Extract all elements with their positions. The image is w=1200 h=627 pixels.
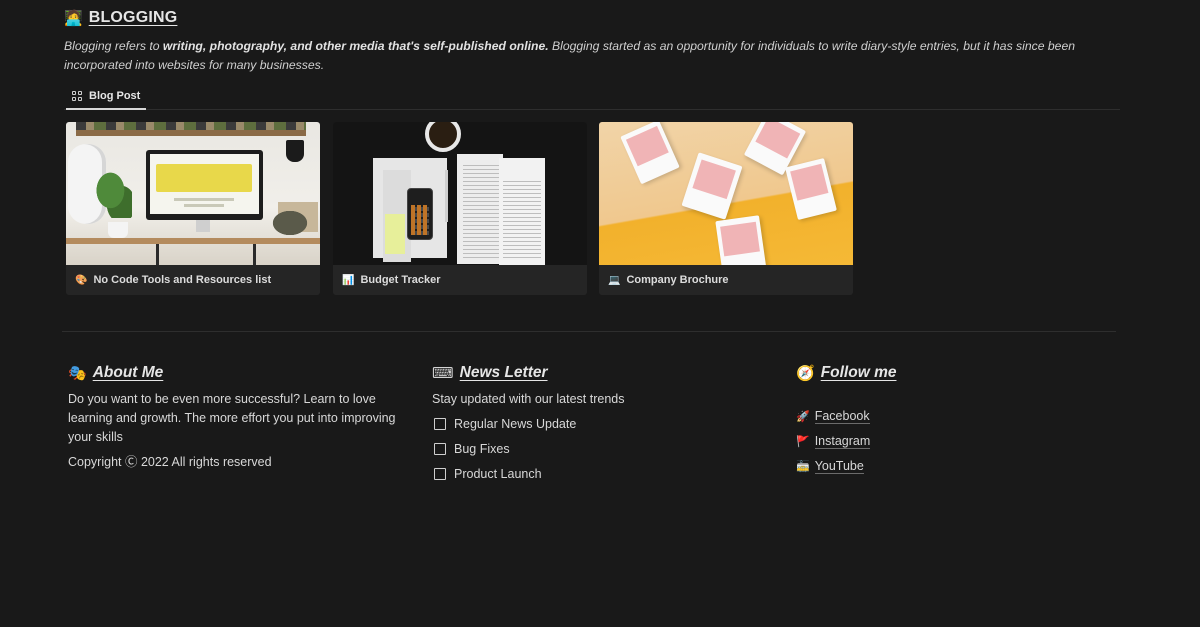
todo-label: Product Launch (454, 467, 542, 481)
todo-label: Bug Fixes (454, 442, 510, 456)
gallery-card-no-code-tools[interactable]: 🎨 No Code Tools and Resources list (66, 122, 320, 295)
performing-arts-icon: 🎭 (68, 363, 87, 382)
compass-icon: 🧭 (796, 363, 815, 382)
link-label[interactable]: YouTube (814, 459, 864, 474)
follow-me-section: 🧭 Follow me 🚀 Facebook 🚩 Instagram 🚋 You… (796, 362, 1096, 492)
card-cover-image (66, 122, 320, 265)
card-caption: 📊 Budget Tracker (333, 265, 587, 295)
link-label[interactable]: Facebook (814, 409, 870, 424)
card-title: Company Brochure (626, 274, 729, 286)
tab-label: Blog Post (89, 90, 141, 102)
laptop-icon: 💻 (608, 274, 621, 286)
description-intro: Blogging refers to (64, 39, 163, 53)
checkbox[interactable] (434, 443, 446, 455)
about-me-text: Do you want to be even more successful? … (68, 392, 396, 444)
card-cover-image (333, 122, 587, 265)
checkbox[interactable] (434, 468, 446, 480)
todo-item[interactable]: Product Launch (434, 467, 542, 481)
follow-me-title[interactable]: Follow me (821, 364, 897, 382)
view-tabs: Blog Post (64, 84, 1120, 110)
bar-chart-icon: 📊 (342, 274, 355, 286)
gallery-card-company-brochure[interactable]: 💻 Company Brochure (599, 122, 853, 295)
checkbox[interactable] (434, 418, 446, 430)
section-divider (62, 331, 1116, 332)
tab-blog-post[interactable]: Blog Post (66, 84, 147, 110)
card-cover-image (599, 122, 853, 265)
newsletter-section: ⌨ News Letter Stay updated with our late… (432, 362, 762, 492)
gallery-grid-icon (72, 90, 83, 102)
copyright-text: Copyright Ⓒ 2022 All rights reserved (68, 455, 272, 469)
youtube-link[interactable]: 🚋 YouTube (796, 459, 864, 474)
gallery-card-budget-tracker[interactable]: 📊 Budget Tracker (333, 122, 587, 295)
todo-label: Regular News Update (454, 417, 577, 431)
keyboard-icon: ⌨ (432, 363, 454, 382)
todo-item[interactable]: Bug Fixes (434, 442, 510, 456)
triangular-flag-icon: 🚩 (796, 435, 810, 448)
page-title[interactable]: BLOGGING (89, 9, 178, 27)
about-me-title[interactable]: About Me (93, 364, 164, 382)
newsletter-title[interactable]: News Letter (460, 364, 548, 382)
facebook-link[interactable]: 🚀 Facebook (796, 409, 870, 424)
card-title: No Code Tools and Resources list (93, 274, 272, 286)
link-label[interactable]: Instagram (814, 434, 871, 449)
about-me-section: 🎭 About Me Do you want to be even more s… (68, 362, 408, 492)
card-caption: 🎨 No Code Tools and Resources list (66, 265, 320, 295)
todo-item[interactable]: Regular News Update (434, 417, 576, 431)
tram-icon: 🚋 (796, 460, 810, 473)
blogging-page: 🧑‍💻 BLOGGING Blogging refers to writing,… (0, 0, 1200, 627)
newsletter-subtitle: Stay updated with our latest trends (432, 392, 625, 406)
rocket-icon: 🚀 (796, 410, 810, 423)
card-title: Budget Tracker (360, 274, 441, 286)
instagram-link[interactable]: 🚩 Instagram (796, 434, 871, 449)
page-header: 🧑‍💻 BLOGGING (64, 9, 177, 27)
technologist-emoji-icon: 🧑‍💻 (64, 8, 83, 27)
palette-icon: 🎨 (75, 274, 88, 286)
card-caption: 💻 Company Brochure (599, 265, 853, 295)
description-bold: writing, photography, and other media th… (162, 39, 549, 53)
page-description: Blogging refers to writing, photography,… (64, 37, 1124, 75)
